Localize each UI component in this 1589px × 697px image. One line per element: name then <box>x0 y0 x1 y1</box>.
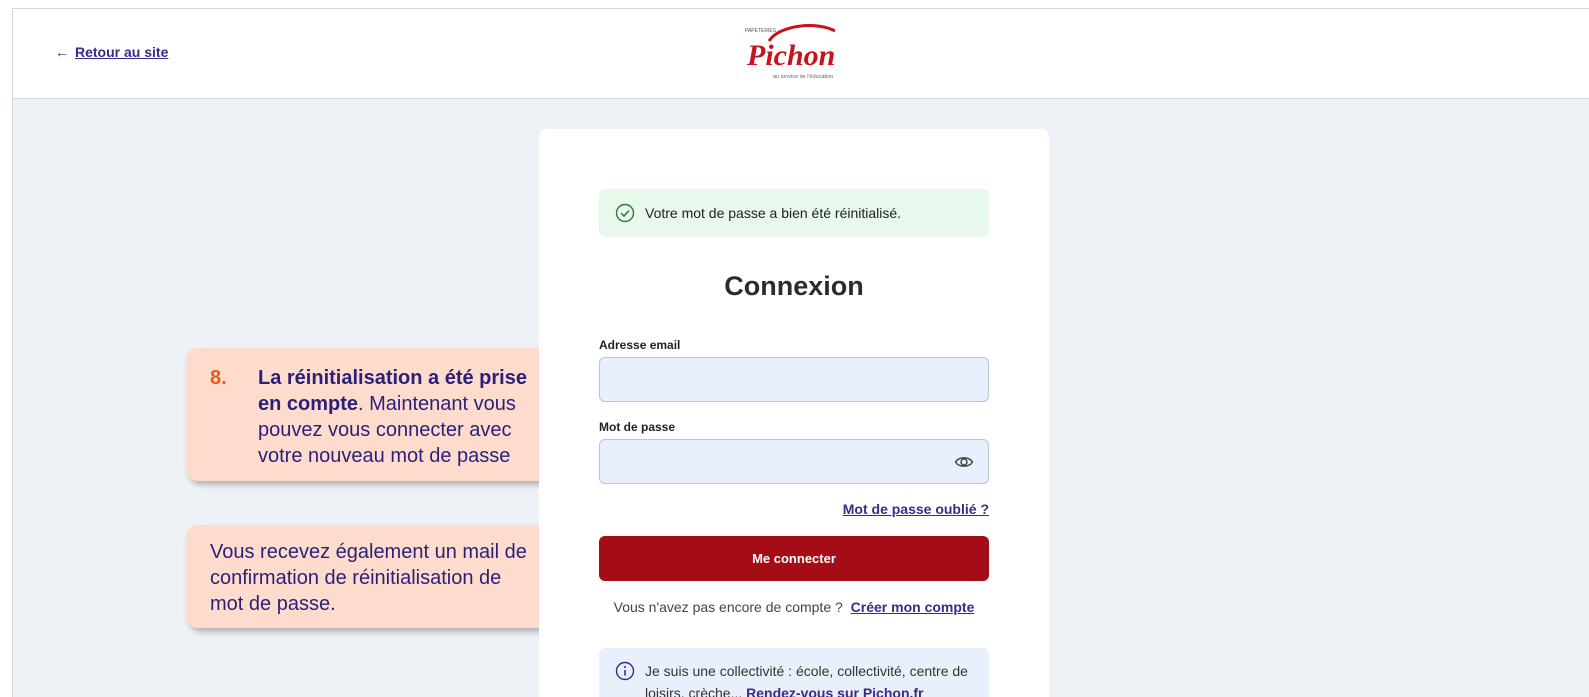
page-frame: ← Retour au site PAPETERIES Pichon au se… <box>12 8 1589 697</box>
password-field[interactable] <box>599 439 989 484</box>
back-to-site-link[interactable]: ← Retour au site <box>55 44 168 60</box>
page-title: Connexion <box>724 271 864 301</box>
callout-step-8: 8. La réinitialisation a été prise en co… <box>186 348 552 481</box>
login-button[interactable]: Me connecter <box>599 536 989 581</box>
callout-email-note: Vous recevez également un mail de confir… <box>186 525 552 628</box>
signup-text: Vous n'avez pas encore de compte ? <box>613 599 843 615</box>
success-alert: Votre mot de passe a bien été réinitiali… <box>599 189 989 237</box>
logo-top-text: PAPETERIES <box>745 28 777 34</box>
eye-icon[interactable] <box>954 452 974 472</box>
pichon-logo[interactable]: PAPETERIES Pichon au service de l'éducat… <box>739 21 849 83</box>
callout-note-text: Vous recevez également un mail de confir… <box>210 541 527 615</box>
create-account-link[interactable]: Créer mon compte <box>851 599 975 615</box>
info-box: Je suis une collectivité : école, collec… <box>599 648 989 697</box>
info-icon <box>615 661 635 681</box>
callout-step-number: 8. <box>210 367 227 389</box>
pichon-fr-link[interactable]: Rendez-vous sur Pichon.fr <box>746 685 923 697</box>
arrow-left-icon: ← <box>55 44 69 60</box>
callout-step-text: La réinitialisation a été prise en compt… <box>258 365 528 481</box>
password-label: Mot de passe <box>599 420 676 434</box>
login-card: Votre mot de passe a bien été réinitiali… <box>539 129 1049 697</box>
check-circle-icon <box>615 203 635 223</box>
info-text-wrap: Je suis une collectivité : école, collec… <box>645 660 973 697</box>
success-alert-text: Votre mot de passe a bien été réinitiali… <box>645 205 902 221</box>
email-label: Adresse email <box>599 338 681 352</box>
back-to-site-label: Retour au site <box>75 44 169 60</box>
logo-tagline-text: au service de l'éducation <box>773 74 833 80</box>
forgot-password-link[interactable]: Mot de passe oublié ? <box>843 501 989 517</box>
signup-prompt: Vous n'avez pas encore de compte ? Créer… <box>539 599 1049 615</box>
logo-name-text: Pichon <box>746 39 835 72</box>
email-field[interactable] <box>599 357 989 402</box>
site-header: ← Retour au site PAPETERIES Pichon au se… <box>13 9 1589 99</box>
